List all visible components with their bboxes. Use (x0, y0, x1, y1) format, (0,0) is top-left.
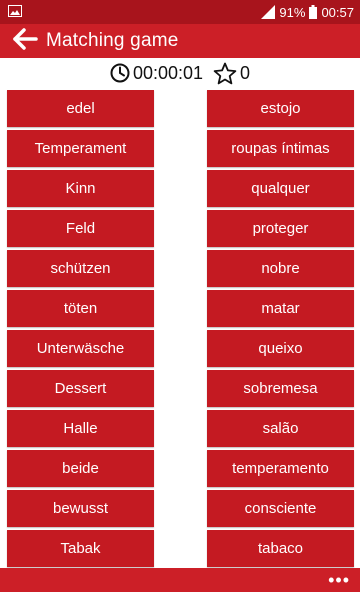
more-options-icon[interactable]: ••• (328, 571, 350, 589)
word-tile-left[interactable]: edel (7, 90, 154, 127)
image-notification-icon (8, 4, 22, 20)
bottom-bar: ••• (0, 568, 360, 592)
stars-value: 0 (240, 62, 251, 83)
timer-value: 00:00:01 (132, 62, 204, 83)
word-tile-right[interactable]: temperamento (207, 450, 354, 487)
word-tile-left[interactable]: Unterwäsche (7, 330, 154, 367)
page-title: Matching game (46, 30, 179, 51)
word-tile-left[interactable]: Dessert (7, 370, 154, 407)
word-tile-right[interactable]: queixo (207, 330, 354, 367)
game-info: 00:00:01 0 (0, 58, 360, 88)
word-tile-left[interactable]: bewusst (7, 490, 154, 527)
word-tile-right[interactable]: qualquer (207, 170, 354, 207)
left-word-column: edel Temperament Kinn Feld schützen töte… (7, 90, 154, 570)
word-tile-left[interactable]: beide (7, 450, 154, 487)
battery-icon (309, 5, 318, 19)
word-tile-right[interactable]: tabaco (207, 530, 354, 567)
word-tile-right[interactable]: roupas íntimas (207, 130, 354, 167)
clock-icon (110, 63, 130, 83)
word-tile-right[interactable]: sobremesa (207, 370, 354, 407)
word-tile-right[interactable]: proteger (207, 210, 354, 247)
timer: 00:00:01 (110, 63, 203, 84)
word-tile-left[interactable]: Kinn (7, 170, 154, 207)
battery-percent: 91% (279, 4, 306, 20)
right-word-column: estojo roupas íntimas qualquer proteger … (207, 90, 354, 570)
word-tile-left[interactable]: töten (7, 290, 154, 327)
word-tile-left[interactable]: Halle (7, 410, 154, 447)
signal-icon (261, 5, 276, 19)
status-left (8, 4, 22, 20)
word-tile-left[interactable]: Temperament (7, 130, 154, 167)
word-tile-left[interactable]: schützen (7, 250, 154, 287)
word-tile-right[interactable]: nobre (207, 250, 354, 287)
back-button[interactable] (12, 27, 40, 55)
word-tile-right[interactable]: matar (207, 290, 354, 327)
status-time: 00:57 (321, 4, 354, 20)
word-tile-left[interactable]: Tabak (7, 530, 154, 567)
status-right: 91% 00:57 (261, 5, 354, 20)
status-bar: 91% 00:57 (0, 0, 360, 24)
arrow-left-icon (12, 27, 38, 55)
word-tile-right[interactable]: consciente (207, 490, 354, 527)
word-tile-right[interactable]: salão (207, 410, 354, 447)
word-tile-left[interactable]: Feld (7, 210, 154, 247)
word-tile-right[interactable]: estojo (207, 90, 354, 127)
star-icon (213, 62, 237, 85)
app-bar: Matching game (0, 24, 360, 58)
score: 0 (213, 62, 250, 85)
